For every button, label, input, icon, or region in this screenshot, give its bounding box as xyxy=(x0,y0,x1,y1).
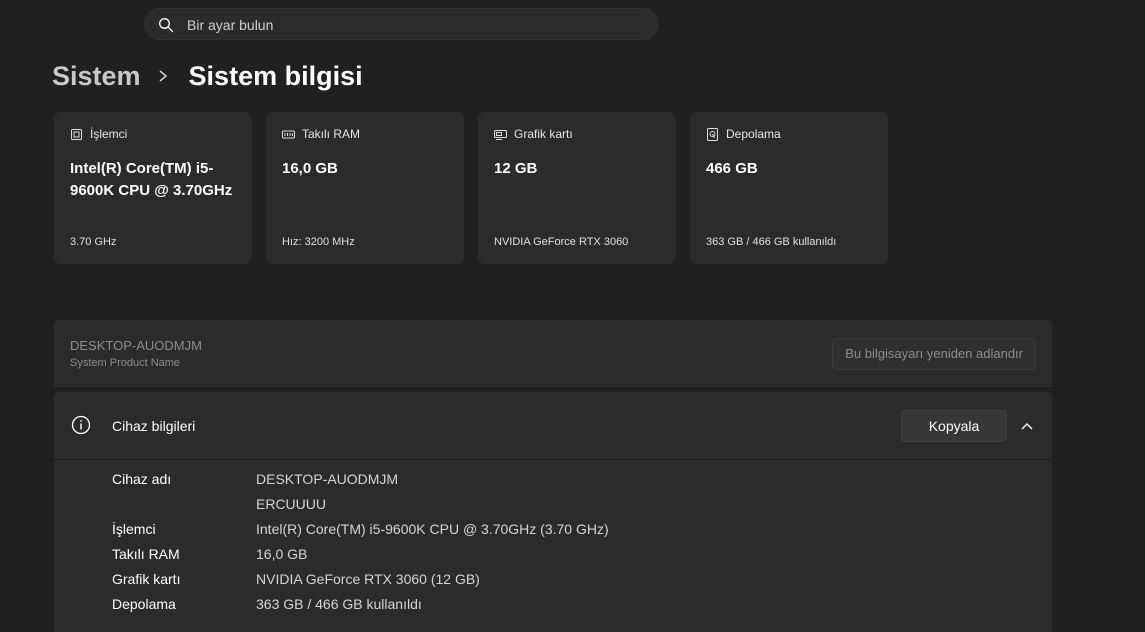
ram-card-label: Takılı RAM xyxy=(302,127,361,141)
device-info-header[interactable]: Cihaz bilgileri Kopyala xyxy=(54,392,1052,460)
storage-card-label: Depolama xyxy=(726,127,781,141)
row-value: DESKTOP-AUODMJM xyxy=(256,471,399,487)
chevron-up-icon xyxy=(1021,423,1033,430)
row-value: 363 GB / 466 GB kullanıldı xyxy=(256,596,422,612)
search-input[interactable] xyxy=(185,9,649,41)
graphics-card-card: Grafik kartı 12 GB NVIDIA GeForce RTX 30… xyxy=(478,112,676,264)
copy-button[interactable]: Kopyala xyxy=(901,410,1007,442)
row-label: Takılı RAM xyxy=(112,546,180,562)
rename-pc-button[interactable]: Bu bilgisayarı yeniden adlandır xyxy=(832,338,1036,370)
processor-card-label: İşlemci xyxy=(90,127,128,141)
graphics-card-label: Grafik kartı xyxy=(514,127,573,141)
storage-card-value: 466 GB xyxy=(706,160,758,177)
pc-name-panel: DESKTOP-AUODMJM System Product Name Bu b… xyxy=(54,320,1052,387)
graphics-card-sub: NVIDIA GeForce RTX 3060 xyxy=(494,236,629,248)
page-title: Sistem bilgisi xyxy=(188,60,363,91)
processor-card-value: Intel(R) Core(TM) i5-9600K CPU @ 3.70GHz xyxy=(70,160,233,199)
search-box[interactable] xyxy=(144,8,659,41)
breadcrumb-parent-link[interactable]: Sistem xyxy=(52,61,141,92)
pc-name: DESKTOP-AUODMJM xyxy=(70,338,202,353)
info-icon xyxy=(71,415,91,435)
row-label: Depolama xyxy=(112,596,176,612)
device-info-list: Cihaz adı DESKTOP-AUODMJM ERCUUUU İşlemc… xyxy=(112,471,1012,621)
row-value: ERCUUUU xyxy=(256,496,326,512)
processor-card-sub: 3.70 GHz xyxy=(70,236,117,248)
ram-card: Takılı RAM 16,0 GB Hız: 3200 MHz xyxy=(266,112,464,264)
row-value: NVIDIA GeForce RTX 3060 (12 GB) xyxy=(256,571,480,587)
graphics-card-icon xyxy=(494,129,507,140)
storage-card: Depolama 466 GB 363 GB / 466 GB kullanıl… xyxy=(690,112,888,264)
row-value: Intel(R) Core(TM) i5-9600K CPU @ 3.70GHz… xyxy=(256,521,609,537)
storage-card-sub: 363 GB / 466 GB kullanıldı xyxy=(706,236,837,248)
device-alias-row: ERCUUUU xyxy=(112,496,1012,521)
graphics-card-value: 12 GB xyxy=(494,160,538,177)
ram-card-value: 16,0 GB xyxy=(282,160,338,177)
processor-icon xyxy=(71,128,82,140)
search-icon xyxy=(159,18,174,33)
row-label: Cihaz adı xyxy=(112,471,172,487)
row-label: Grafik kartı xyxy=(112,571,181,587)
processor-card: İşlemci Intel(R) Core(TM) i5-9600K CPU @… xyxy=(54,112,252,264)
row-label: İşlemci xyxy=(112,521,156,537)
row-value: 16,0 GB xyxy=(256,546,308,562)
breadcrumb: Sistem Sistem bilgisi xyxy=(52,58,363,94)
pc-model: System Product Name xyxy=(70,357,181,369)
storage-icon xyxy=(707,127,718,141)
ram-icon xyxy=(282,130,295,138)
collapse-button[interactable] xyxy=(1016,415,1038,437)
ram-card-sub: Hız: 3200 MHz xyxy=(282,236,355,248)
device-info-title: Cihaz bilgileri xyxy=(112,418,196,434)
ram-row: Takılı RAM 16,0 GB xyxy=(112,546,1012,571)
graphics-row: Grafik kartı NVIDIA GeForce RTX 3060 (12… xyxy=(112,571,1012,596)
storage-row: Depolama 363 GB / 466 GB kullanıldı xyxy=(112,596,1012,621)
chevron-right-icon xyxy=(159,70,167,82)
device-info-panel: Cihaz bilgileri Kopyala Cihaz adı DESKTO… xyxy=(54,392,1052,632)
device-name-row: Cihaz adı DESKTOP-AUODMJM xyxy=(112,471,1012,496)
processor-row: İşlemci Intel(R) Core(TM) i5-9600K CPU @… xyxy=(112,521,1012,546)
